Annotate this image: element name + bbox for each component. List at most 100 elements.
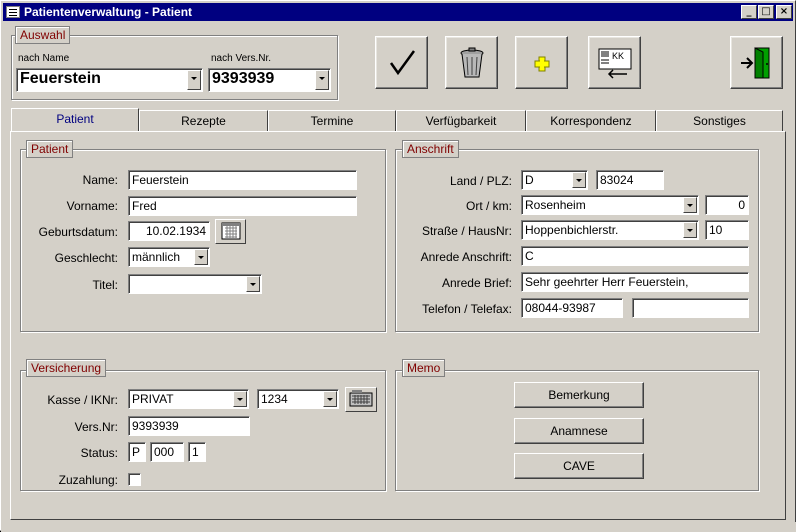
tab-termine[interactable]: Termine [268,110,396,131]
checkmark-icon [389,50,416,76]
maximize-button[interactable]: □ [758,5,774,19]
tab-label: Korrespondenz [550,114,632,128]
anrede-anschrift-field[interactable]: C [521,246,749,266]
chevron-down-icon[interactable] [572,172,586,188]
bemerkung-label: Bemerkung [548,388,610,402]
tab-sonstiges[interactable]: Sonstiges [656,110,783,131]
zuzahlung-checkbox[interactable] [128,473,141,486]
vorname-label: Vorname: [66,199,118,213]
km-field[interactable]: 0 [705,195,749,215]
iknr-value: 1234 [261,392,288,406]
geburtsdatum-label: Geburtsdatum: [38,225,118,239]
status-field-1[interactable]: P [128,442,146,462]
exit-door-icon [741,47,770,79]
name-label: Name: [82,173,118,187]
plz-field[interactable]: 83024 [596,170,664,190]
ort-km-label: Ort / km: [466,199,512,213]
tab-label: Termine [310,114,354,128]
versicherung-group-label: Versicherung [26,359,107,377]
delete-button[interactable] [445,36,498,89]
new-button[interactable] [515,36,568,89]
strasse-value: Hoppenbichlerstr. [525,223,619,237]
tab-label: Sonstiges [693,114,746,128]
telefax-field[interactable] [632,298,749,318]
chevron-down-icon[interactable] [315,70,329,90]
versnr-field[interactable]: 9393939 [128,416,250,436]
name-field[interactable]: Feuerstein [128,170,357,190]
tab-label: Rezepte [181,114,226,128]
geschlecht-value: männlich [132,250,181,264]
iknr-select[interactable]: 1234 [257,389,339,409]
chevron-down-icon[interactable] [246,276,260,292]
telefon-telefax-label: Telefon / Telefax: [422,302,512,316]
kasse-select[interactable]: PRIVAT [128,389,249,409]
anschrift-group-label: Anschrift [402,140,459,158]
chevron-down-icon[interactable] [323,391,337,407]
ok-button[interactable] [375,36,428,89]
cave-button[interactable]: CAVE [514,453,644,479]
titel-select[interactable] [128,274,262,294]
app-icon [6,6,20,18]
tab-label: Patient [56,112,94,126]
chevron-down-icon[interactable] [233,391,247,407]
geschlecht-label: Geschlecht: [54,251,118,265]
tab-patient[interactable]: Patient [11,108,139,132]
patient-window: Patientenverwaltung - Patient _ □ × Ausw… [0,0,796,532]
versnr-select-value: 9393939 [212,70,275,87]
insurance-card-text: KK [612,51,624,61]
title-bar: Patientenverwaltung - Patient _ □ × [3,3,793,21]
zuzahlung-label: Zuzahlung: [58,473,118,487]
cave-label: CAVE [563,459,595,473]
chevron-down-icon[interactable] [683,222,697,238]
patient-name-select[interactable]: Feuerstein [16,68,203,92]
bemerkung-button[interactable]: Bemerkung [514,382,644,408]
tab-rezepte[interactable]: Rezepte [139,110,268,131]
minimize-button[interactable]: _ [741,5,757,19]
tab-label: Verfügbarkeit [425,114,497,128]
versnr-select[interactable]: 9393939 [208,68,331,92]
calendar-icon [221,222,241,240]
keyboard-icon [349,390,373,407]
anrede-brief-label: Anrede Brief: [441,276,512,290]
chevron-down-icon[interactable] [187,70,201,90]
close-button[interactable]: × [776,5,792,19]
patient-name-select-value: Feuerstein [20,70,101,87]
tab-korrespondenz[interactable]: Korrespondenz [526,110,656,131]
auswahl-group-label: Auswahl [15,26,71,44]
keyboard-button[interactable] [345,387,377,412]
plus-icon [534,56,550,72]
anamnese-label: Anamnese [550,424,608,438]
telefon-field[interactable]: 08044-93987 [521,298,623,318]
kasse-iknr-label: Kasse / IKNr: [47,393,118,407]
geburtsdatum-field[interactable]: 10.02.1934 [128,221,210,241]
calendar-button[interactable] [215,219,246,244]
insurance-card-button[interactable]: KK [588,36,641,89]
anamnese-button[interactable]: Anamnese [514,418,644,444]
land-plz-label: Land / PLZ: [449,174,512,188]
memo-group-label: Memo [402,359,446,377]
window-title: Patientenverwaltung - Patient [24,5,193,19]
land-value: D [525,173,534,187]
ort-select[interactable]: Rosenheim [521,195,699,215]
strasse-select[interactable]: Hoppenbichlerstr. [521,220,699,240]
strasse-label: Straße / HausNr: [421,224,512,238]
titel-label: Titel: [92,278,118,292]
hausnr-field[interactable]: 10 [705,220,749,240]
geschlecht-select[interactable]: männlich [128,247,210,267]
status-field-3[interactable]: 1 [188,442,206,462]
chevron-down-icon[interactable] [683,197,697,213]
by-name-label: nach Name [18,53,70,64]
card-transfer-icon: KK [598,48,632,79]
kasse-value: PRIVAT [132,392,174,406]
status-field-2[interactable]: 000 [150,442,184,462]
versnr-label: Vers.Nr: [74,420,118,434]
anrede-brief-field[interactable]: Sehr geehrter Herr Feuerstein, [521,272,749,292]
status-label: Status: [80,446,118,460]
chevron-down-icon[interactable] [194,249,208,265]
trash-icon [460,47,484,78]
tab-verfuegbarkeit[interactable]: Verfügbarkeit [396,110,526,131]
land-select[interactable]: D [521,170,588,190]
patient-group-label: Patient [26,140,74,158]
exit-button[interactable] [730,36,783,89]
vorname-field[interactable]: Fred [128,196,357,216]
